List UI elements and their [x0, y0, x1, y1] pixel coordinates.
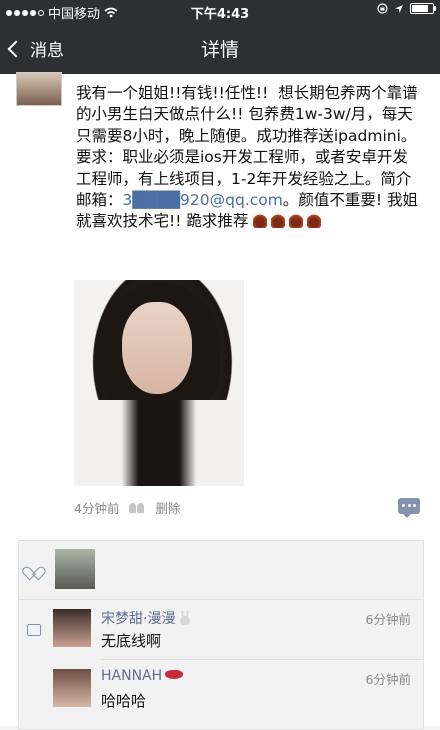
delete-link[interactable]: 删除: [155, 498, 180, 517]
commenter-avatar[interactable]: [53, 669, 91, 707]
commenter-name[interactable]: 宋梦甜·漫漫: [101, 608, 193, 628]
comment-time: 6分钟前: [365, 612, 411, 627]
status-indicators: [377, 3, 436, 14]
rotation-lock-icon: [377, 3, 388, 14]
post-email-link[interactable]: 3████920@qq.com: [123, 191, 283, 209]
fire-emoji-icon: [253, 214, 268, 229]
post-photo[interactable]: [74, 280, 244, 486]
heart-icon: [27, 561, 39, 573]
fire-emoji-icon: [307, 214, 322, 229]
page-title: 详情: [200, 39, 239, 61]
visibility-icon[interactable]: [129, 502, 145, 513]
post-meta: 4分钟前 删除: [74, 498, 180, 517]
commenter-name-text: 宋梦甜·漫漫: [101, 611, 176, 627]
fire-emoji-icon: [271, 214, 286, 229]
lips-emoji-icon: [165, 670, 184, 679]
commenter-name[interactable]: HANNAH: [101, 668, 184, 684]
comment-text: 无底线啊: [101, 632, 162, 650]
commenter-avatar[interactable]: [53, 609, 91, 647]
comment-text: 哈哈哈: [101, 692, 147, 710]
bunny-emoji-icon: [178, 611, 193, 625]
post-text: 我有一个姐姐!!有钱!!任性!! 想长期包养两个靠谱的小男生白天做点什么!! 包…: [76, 83, 422, 233]
post-time: 4分钟前: [74, 501, 120, 516]
nav-bar: 消息 详情: [0, 22, 440, 74]
poster-avatar[interactable]: [16, 72, 62, 106]
divider: [101, 659, 423, 660]
status-time: 下午4:43: [190, 7, 250, 22]
location-icon: [395, 4, 403, 13]
divider: [19, 599, 423, 600]
comment-time: 6分钟前: [365, 672, 411, 687]
fire-emoji-icon: [289, 214, 304, 229]
comment-icon[interactable]: [398, 498, 420, 518]
interactions-box: 宋梦甜·漫漫 6分钟前 无底线啊 HANNAH 6分钟前 哈哈哈: [18, 540, 424, 730]
liker-avatar[interactable]: [55, 549, 95, 589]
comment-bubble-icon: [27, 624, 41, 636]
post-detail: 我有一个姐姐!!有钱!!任性!! 想长期包养两个靠谱的小男生白天做点什么!! 包…: [0, 72, 440, 730]
status-bar: 中国移动 下午4:43: [0, 0, 440, 22]
commenter-name-text: HANNAH: [101, 668, 163, 684]
battery-icon: [410, 3, 436, 14]
